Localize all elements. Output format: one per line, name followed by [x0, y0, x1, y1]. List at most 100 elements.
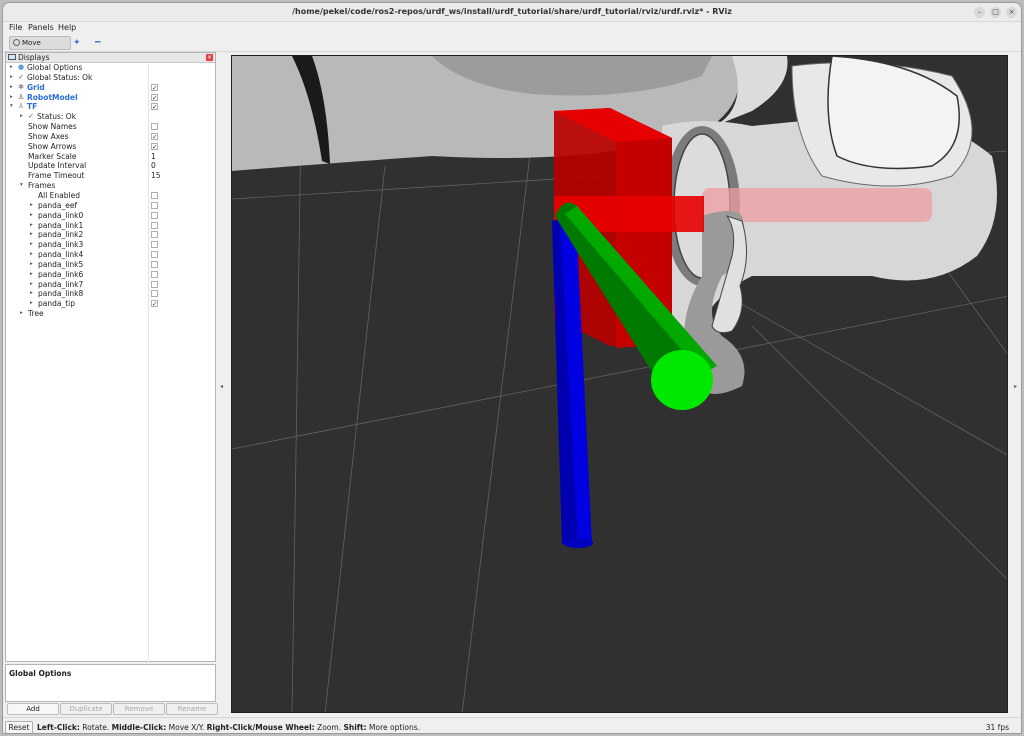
expand-arrow-icon[interactable]: ▸ [30, 211, 36, 221]
display-row-label: Update Interval [28, 161, 87, 171]
display-row-label: Marker Scale [28, 151, 77, 161]
enabled-checkbox[interactable]: ✓ [151, 132, 158, 140]
property-value[interactable]: 15 [151, 171, 161, 181]
menu-panels[interactable]: Panels [28, 23, 54, 32]
display-row-status-ok[interactable]: ▸ ✓ Status: Ok [6, 112, 215, 122]
display-row-label: panda_link8 [38, 289, 84, 299]
display-row-panda-link3[interactable]: ▸ panda_link3 [6, 240, 215, 250]
close-panel-icon[interactable]: × [206, 54, 213, 61]
enabled-checkbox[interactable] [151, 231, 158, 239]
add-button[interactable]: Add [7, 703, 59, 715]
display-row-tf[interactable]: ▾ ⅄ TF ✓ [6, 102, 215, 112]
display-row-update-interval[interactable]: Update Interval 0 [6, 161, 215, 171]
expand-arrow-icon[interactable]: ▸ [30, 289, 36, 299]
collapse-left-icon[interactable]: ◂ [220, 383, 223, 390]
close-button[interactable]: × [1006, 7, 1017, 18]
expand-arrow-icon[interactable]: ▸ [30, 250, 36, 260]
display-row-panda-link4[interactable]: ▸ panda_link4 [6, 250, 215, 260]
expand-arrow-icon[interactable]: ▸ [30, 221, 36, 231]
display-row-frame-timeout[interactable]: Frame Timeout 15 [6, 171, 215, 181]
hint-left-click-key: Left-Click: [37, 723, 80, 732]
expand-arrow-icon[interactable]: ▸ [10, 73, 16, 83]
display-row-global-status-ok[interactable]: ▸ ✓ Global Status: Ok [6, 73, 215, 83]
displays-panel-title: Displays [18, 53, 50, 62]
display-row-show-names[interactable]: Show Names [6, 122, 215, 132]
display-row-label: Frame Timeout [28, 171, 85, 181]
display-row-all-enabled[interactable]: All Enabled [6, 191, 215, 201]
collapse-right-icon[interactable]: ▸ [1014, 383, 1017, 390]
display-type-icon: ⅄ [18, 102, 24, 111]
hint-middle-click-text: Move X/Y. [166, 723, 207, 732]
title-bar[interactable]: /home/pekel/code/ros2-repos/urdf_ws/inst… [3, 3, 1021, 22]
expand-arrow-icon[interactable]: ▸ [10, 63, 16, 73]
enabled-checkbox[interactable] [151, 201, 158, 209]
enabled-checkbox[interactable]: ✓ [151, 83, 158, 91]
enabled-checkbox[interactable] [151, 221, 158, 229]
display-row-grid[interactable]: ▸ ✱ Grid ✓ [6, 83, 215, 93]
render-viewport[interactable] [231, 55, 1008, 713]
display-row-marker-scale[interactable]: Marker Scale 1 [6, 152, 215, 162]
display-row-robotmodel[interactable]: ▸ ♙ RobotModel ✓ [6, 93, 215, 103]
display-row-show-axes[interactable]: Show Axes ✓ [6, 132, 215, 142]
focus-camera-icon[interactable]: ✦ [73, 38, 81, 48]
display-row-frames[interactable]: ▾ Frames [6, 181, 215, 191]
expand-arrow-icon[interactable]: ▸ [10, 93, 16, 103]
expand-arrow-icon[interactable]: ▸ [30, 299, 36, 309]
move-camera-button[interactable]: Move Camera [9, 36, 71, 59]
property-value[interactable]: 1 [151, 152, 156, 162]
expand-arrow-icon[interactable]: ▸ [20, 309, 26, 319]
display-row-label: panda_eef [38, 200, 78, 210]
enabled-checkbox[interactable]: ✓ [151, 103, 158, 111]
display-row-panda-eef[interactable]: ▸ panda_eef [6, 201, 215, 211]
rename-button[interactable]: Rename [166, 703, 218, 715]
enabled-checkbox[interactable] [151, 123, 158, 131]
enabled-checkbox[interactable] [151, 270, 158, 278]
expand-arrow-icon[interactable]: ▸ [30, 230, 36, 240]
enabled-checkbox[interactable] [151, 191, 158, 199]
hint-shift-key: Shift: [343, 723, 367, 732]
display-row-panda-tip[interactable]: ▸ panda_tip ✓ [6, 299, 215, 309]
display-row-panda-link0[interactable]: ▸ panda_link0 [6, 211, 215, 221]
property-value[interactable]: 0 [151, 161, 156, 171]
expand-arrow-icon[interactable]: ▸ [20, 112, 26, 122]
display-row-label: panda_link2 [38, 230, 84, 240]
enabled-checkbox[interactable]: ✓ [151, 300, 158, 308]
menu-file[interactable]: File [9, 23, 22, 32]
reset-button[interactable]: Reset [5, 721, 33, 733]
expand-arrow-icon[interactable]: ▸ [30, 260, 36, 270]
display-row-tree[interactable]: ▸ Tree [6, 309, 215, 319]
menu-help[interactable]: Help [58, 23, 76, 32]
enabled-checkbox[interactable]: ✓ [151, 142, 158, 150]
display-row-panda-link6[interactable]: ▸ panda_link6 [6, 270, 215, 280]
enabled-checkbox[interactable]: ✓ [151, 93, 158, 101]
status-ok-icon: ✓ [28, 112, 34, 121]
duplicate-button[interactable]: Duplicate [60, 703, 112, 715]
mouse-hint: Left-Click: Rotate. Middle-Click: Move X… [37, 723, 420, 732]
expand-arrow-icon[interactable]: ▸ [30, 201, 36, 211]
display-row-show-arrows[interactable]: Show Arrows ✓ [6, 142, 215, 152]
expand-arrow-icon[interactable]: ▸ [30, 240, 36, 250]
enabled-checkbox[interactable] [151, 251, 158, 259]
expand-arrow-icon[interactable]: ▸ [30, 280, 36, 290]
display-row-global-options[interactable]: ▸ ● Global Options [6, 63, 215, 73]
measure-icon[interactable]: ━ [95, 38, 100, 48]
expand-arrow-icon[interactable]: ▸ [10, 83, 16, 93]
collapse-arrow-icon[interactable]: ▾ [20, 181, 26, 191]
collapse-arrow-icon[interactable]: ▾ [10, 102, 16, 112]
description-panel: Global Options [5, 664, 216, 702]
display-type-icon: ● [17, 63, 25, 71]
enabled-checkbox[interactable] [151, 280, 158, 288]
display-row-panda-link8[interactable]: ▸ panda_link8 [6, 289, 215, 299]
display-row-panda-link2[interactable]: ▸ panda_link2 [6, 230, 215, 240]
minimize-button[interactable]: – [974, 7, 985, 18]
enabled-checkbox[interactable] [151, 260, 158, 268]
display-row-panda-link5[interactable]: ▸ panda_link5 [6, 260, 215, 270]
expand-arrow-icon[interactable]: ▸ [30, 270, 36, 280]
enabled-checkbox[interactable] [151, 211, 158, 219]
maximize-button[interactable]: □ [990, 7, 1001, 18]
remove-button[interactable]: Remove [113, 703, 165, 715]
display-row-panda-link1[interactable]: ▸ panda_link1 [6, 221, 215, 231]
display-row-panda-link7[interactable]: ▸ panda_link7 [6, 280, 215, 290]
enabled-checkbox[interactable] [151, 290, 158, 298]
enabled-checkbox[interactable] [151, 241, 158, 249]
